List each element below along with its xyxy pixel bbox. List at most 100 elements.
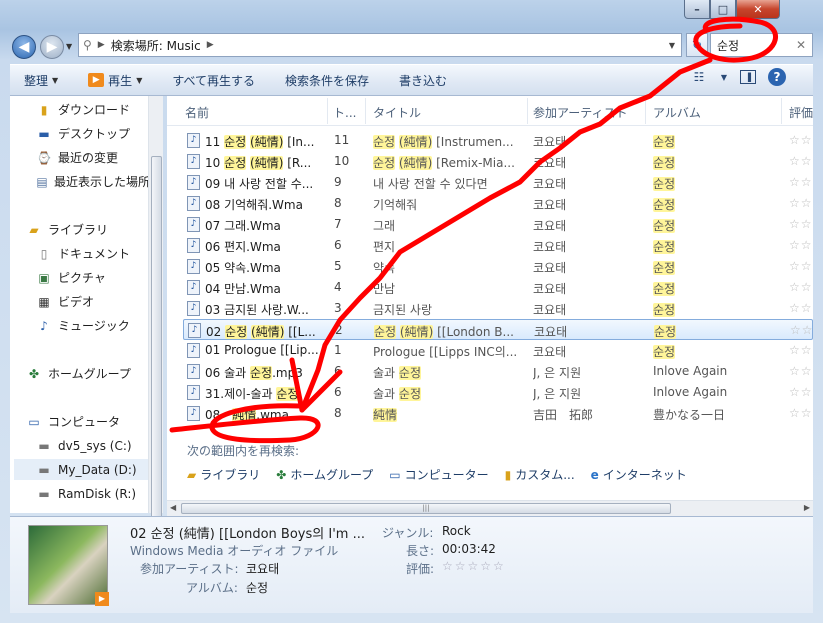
refresh-button[interactable]: ↻ bbox=[686, 33, 708, 57]
table-row[interactable]: ♪ 08 - 純情.wma 8 純情 吉田 拓郎 豊かなる一日 ☆☆ bbox=[183, 403, 813, 424]
file-name-cell[interactable]: 09 내 사랑 전할 수... bbox=[205, 175, 323, 192]
rating-stars[interactable]: ☆☆ bbox=[790, 323, 820, 337]
table-row[interactable]: ♪ 06 술과 순정.mp3 6 술과 순정 J, 은 지원 Inlove Again ☆☆ bbox=[183, 361, 813, 382]
organize-button[interactable]: 整理 ▼ bbox=[24, 72, 58, 89]
details-rating-stars[interactable]: ☆☆☆☆☆ bbox=[442, 559, 506, 573]
column-header-artist[interactable]: 参加アーティスト bbox=[533, 104, 628, 121]
table-row[interactable]: ♪ 09 내 사랑 전할 수... 9 내 사랑 전할 수 있다면 코요태 순정 ☆☆ bbox=[183, 172, 813, 193]
rating-stars[interactable]: ☆☆ bbox=[789, 259, 819, 273]
file-name-cell[interactable]: 08 - 純情.wma bbox=[205, 406, 323, 423]
column-divider[interactable] bbox=[365, 98, 366, 124]
table-row[interactable]: ♪ 07 그래.Wma 7 그래 코요태 순정 ☆☆ bbox=[183, 214, 813, 235]
table-row[interactable]: ♪ 06 편지.Wma 6 편지 코요태 순정 ☆☆ bbox=[183, 235, 813, 256]
column-divider[interactable] bbox=[527, 98, 528, 124]
rating-stars[interactable]: ☆☆ bbox=[789, 196, 819, 210]
chevron-down-icon[interactable]: ▼ bbox=[720, 68, 728, 86]
breadcrumb-search-location[interactable]: 検索場所: Music bbox=[111, 37, 201, 54]
rating-stars[interactable]: ☆☆ bbox=[789, 343, 819, 357]
play-all-button[interactable]: すべて再生する bbox=[172, 72, 255, 89]
column-divider[interactable] bbox=[327, 98, 328, 124]
table-row[interactable]: ♪ 05 약속.Wma 5 약속 코요태 순정 ☆☆ bbox=[183, 256, 813, 277]
rating-stars[interactable]: ☆☆ bbox=[789, 175, 819, 189]
table-row[interactable]: ♪ 31.제이-술과 순정 6 술과 순정 J, 은 지원 Inlove Again ☆☆ bbox=[183, 382, 813, 403]
nav-item-drive-d[interactable]: ▬ My_Data (D:) bbox=[14, 459, 150, 480]
file-name-cell[interactable]: 06 편지.Wma bbox=[205, 238, 323, 255]
search-again-custom[interactable]: ▮ カスタム... bbox=[505, 466, 575, 483]
minimize-button[interactable]: – bbox=[684, 0, 710, 19]
clear-search-icon[interactable]: ✕ bbox=[796, 38, 806, 52]
close-button[interactable]: ✕ bbox=[736, 0, 780, 19]
file-name-cell[interactable]: 04 만남.Wma bbox=[205, 280, 323, 297]
nav-scrollbar-thumb[interactable] bbox=[151, 156, 162, 536]
table-row[interactable]: ♪ 04 만남.Wma 4 만남 코요태 순정 ☆☆ bbox=[183, 277, 813, 298]
table-row[interactable]: ♪ 02 순정 (純情) [[L... 2 순정 (純情) [[London B...… bbox=[183, 319, 813, 340]
nav-item-homegroup[interactable]: ✤ ホームグループ bbox=[26, 363, 166, 384]
details-artist-value[interactable]: 코요태 bbox=[246, 560, 279, 577]
table-row[interactable]: ♪ 03 금지된 사랑.W... 3 금지된 사랑 코요태 순정 ☆☆ bbox=[183, 298, 813, 319]
rating-stars[interactable]: ☆☆ bbox=[789, 238, 819, 252]
search-again-libraries[interactable]: ▰ ライブラリ bbox=[187, 466, 260, 483]
burn-button[interactable]: 書き込む bbox=[399, 72, 447, 89]
details-artist-label: 参加アーティスト: bbox=[140, 562, 239, 576]
breadcrumb-arrow-icon[interactable]: ▶ bbox=[207, 40, 214, 50]
file-list-horizontal-scrollbar[interactable]: ◀ ||| ▶ bbox=[167, 500, 813, 516]
scroll-right-icon[interactable]: ▶ bbox=[804, 503, 810, 512]
help-icon[interactable]: ? bbox=[768, 68, 786, 86]
scroll-left-icon[interactable]: ◀ bbox=[170, 503, 176, 512]
rating-stars[interactable]: ☆☆ bbox=[789, 133, 819, 147]
nav-scrollbar[interactable] bbox=[148, 96, 163, 536]
file-name-cell[interactable]: 02 순정 (純情) [[L... bbox=[206, 323, 324, 340]
nav-item-libraries[interactable]: ▰ ライブラリ bbox=[26, 219, 166, 240]
file-name-cell[interactable]: 31.제이-술과 순정 bbox=[205, 385, 323, 402]
view-options-icon[interactable]: ☷ bbox=[690, 68, 708, 86]
file-name-cell[interactable]: 08 기억해줘.Wma bbox=[205, 196, 323, 213]
column-header-title[interactable]: タイトル bbox=[373, 104, 421, 121]
file-name-cell[interactable]: 03 금지된 사랑.W... bbox=[205, 301, 323, 318]
file-name-cell[interactable]: 06 술과 순정.mp3 bbox=[205, 364, 323, 381]
preview-pane-icon[interactable]: ▐ bbox=[740, 70, 756, 84]
file-name-cell[interactable]: 11 순정 (純情) [In... bbox=[205, 133, 323, 150]
search-again-homegroup[interactable]: ✤ ホームグループ bbox=[276, 466, 373, 483]
column-divider[interactable] bbox=[781, 98, 782, 124]
download-folder-icon: ▮ bbox=[40, 102, 48, 117]
search-box[interactable]: 순정 ✕ bbox=[710, 33, 813, 57]
file-name-cell[interactable]: 07 그래.Wma bbox=[205, 217, 323, 234]
nav-item-recent-places[interactable]: ▤ 最近表示した場所 bbox=[36, 171, 150, 192]
rating-stars[interactable]: ☆☆ bbox=[789, 280, 819, 294]
column-header-album[interactable]: アルバム bbox=[653, 104, 701, 121]
table-row[interactable]: ♪ 11 순정 (純情) [In... 11 순정 (純情) [Instrumen..… bbox=[183, 130, 813, 151]
column-divider[interactable] bbox=[645, 98, 646, 124]
maximize-button[interactable]: □ bbox=[710, 0, 736, 19]
rating-stars[interactable]: ☆☆ bbox=[789, 217, 819, 231]
search-again-computer[interactable]: ▭ コンピューター bbox=[389, 466, 488, 483]
file-name-cell[interactable]: 01 Prologue [[Lip... bbox=[205, 343, 323, 357]
file-name-cell[interactable]: 05 약속.Wma bbox=[205, 259, 323, 276]
file-name-cell[interactable]: 10 순정 (純情) [R... bbox=[205, 154, 323, 171]
rating-stars[interactable]: ☆☆ bbox=[789, 406, 819, 420]
details-album-value[interactable]: 순정 bbox=[246, 579, 268, 596]
back-button[interactable]: ◀ bbox=[12, 35, 36, 59]
rating-stars[interactable]: ☆☆ bbox=[789, 154, 819, 168]
details-genre-value[interactable]: Rock bbox=[442, 524, 471, 538]
table-row[interactable]: ♪ 10 순정 (純情) [R... 10 순정 (純情) [Remix-Mia...… bbox=[183, 151, 813, 172]
search-match-highlight: 순정 bbox=[373, 135, 396, 149]
column-header-track[interactable]: ト... bbox=[333, 104, 356, 121]
recent-pages-chevron-icon[interactable]: ▼ bbox=[66, 42, 72, 51]
play-button[interactable]: ▶ 再生 ▼ bbox=[88, 72, 142, 89]
address-bar[interactable]: ⚲ ▶ 検索場所: Music ▶ ▼ bbox=[78, 33, 682, 57]
table-row[interactable]: ♪ 01 Prologue [[Lip... 1 Prologue [[Lipps I… bbox=[183, 340, 813, 361]
rating-stars[interactable]: ☆☆ bbox=[789, 364, 819, 378]
horizontal-scrollbar-thumb[interactable]: ||| bbox=[181, 503, 671, 514]
table-row[interactable]: ♪ 08 기억해줘.Wma 8 기억해줘 코요태 순정 ☆☆ bbox=[183, 193, 813, 214]
column-header-name[interactable]: 名前 bbox=[185, 104, 209, 121]
save-search-button[interactable]: 検索条件を保存 bbox=[285, 72, 369, 89]
nav-item-computer[interactable]: ▭ コンピュータ bbox=[26, 411, 166, 432]
column-header-rating[interactable]: 評価 bbox=[789, 104, 813, 121]
search-again-internet[interactable]: e インターネット bbox=[591, 466, 687, 483]
audio-file-icon: ♪ bbox=[187, 133, 200, 148]
forward-button[interactable]: ▶ bbox=[40, 35, 64, 59]
rating-stars[interactable]: ☆☆ bbox=[789, 301, 819, 315]
address-dropdown-icon[interactable]: ▼ bbox=[663, 41, 681, 50]
search-input[interactable]: 순정 bbox=[717, 37, 739, 54]
rating-stars[interactable]: ☆☆ bbox=[789, 385, 819, 399]
